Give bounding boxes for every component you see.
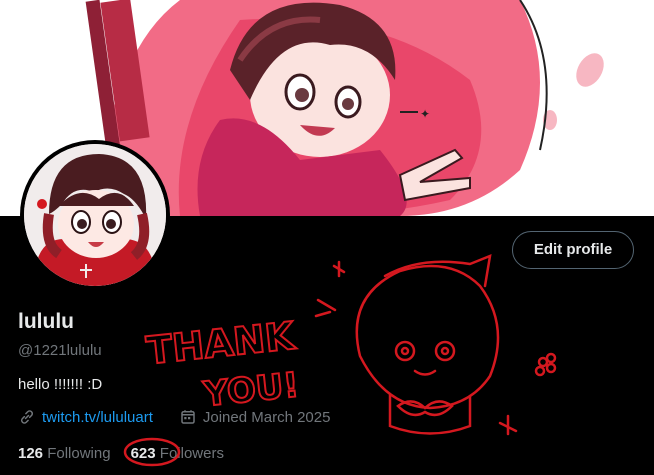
bio: hello !!!!!!! :D [18, 376, 103, 393]
joined-date: Joined March 2025 [202, 408, 331, 426]
website-link[interactable]: twitch.tv/lululuart [42, 409, 153, 426]
handle: @1221lululu [18, 342, 102, 359]
following-count: 126 [18, 445, 44, 462]
svg-text:✦: ✦ [420, 107, 430, 121]
following-label: Following [47, 445, 111, 462]
display-name: lululu [18, 310, 74, 333]
follow-stats: 126 Following 623 Followers [18, 445, 224, 462]
profile-meta: twitch.tv/lululuart Joined March 2025 [18, 408, 330, 426]
avatar[interactable] [20, 140, 170, 290]
followers-label: Followers [159, 445, 224, 462]
link-icon [18, 408, 36, 426]
calendar-icon [179, 408, 197, 426]
doodle-thank-text: THANK [144, 314, 298, 373]
followers-count: 623 [130, 445, 156, 462]
edit-profile-button[interactable]: Edit profile [512, 231, 634, 269]
followers-link[interactable]: 623 Followers [131, 445, 224, 462]
following-link[interactable]: 126 Following [18, 445, 111, 462]
